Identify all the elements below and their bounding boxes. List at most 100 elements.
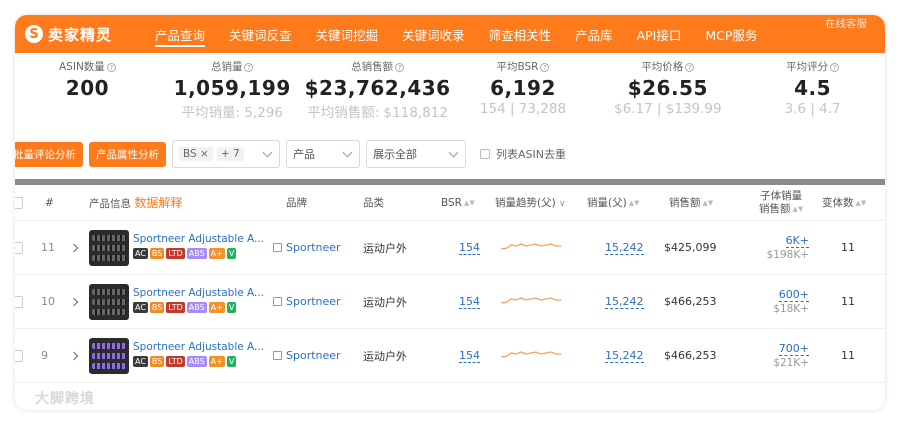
- product-name-link[interactable]: Sportneer Adjustable A...: [133, 233, 264, 245]
- chevron-right-icon[interactable]: [69, 243, 79, 253]
- sparkline-svg: [500, 243, 561, 250]
- online-service-link[interactable]: 在线客服: [821, 16, 871, 33]
- select-all-checkbox[interactable]: [15, 196, 23, 209]
- revenue: $466,253: [664, 295, 717, 308]
- checkbox-label: 列表ASIN去重: [496, 148, 566, 161]
- product-badges: AC BS LTD ABS A+ V: [133, 302, 264, 313]
- header-label: 销量(父): [587, 197, 627, 209]
- checkbox-box[interactable]: [480, 149, 490, 159]
- header-revenue[interactable]: 销售额 ▲▼: [669, 195, 713, 210]
- nav-mcp[interactable]: MCP服务: [693, 15, 769, 53]
- data-explain-link[interactable]: 数据解释: [134, 196, 182, 210]
- badge-ltd: LTD: [166, 302, 185, 313]
- child-revenue: $21K+: [773, 356, 809, 369]
- variant-count: 11: [841, 295, 855, 308]
- sales-link[interactable]: 15,242: [605, 241, 644, 255]
- dedupe-asin-checkbox[interactable]: 列表ASIN去重: [480, 146, 566, 162]
- badge-aplus: A+: [208, 248, 225, 259]
- stat-value: 200: [65, 76, 110, 100]
- bsr-link[interactable]: 154: [459, 349, 480, 363]
- help-icon[interactable]: ?: [540, 63, 550, 72]
- help-icon[interactable]: ?: [244, 63, 254, 72]
- product-attribute-analysis-button[interactable]: 产品属性分析: [89, 141, 166, 167]
- sales-trend-sparkline[interactable]: [500, 293, 561, 310]
- product-name-link[interactable]: Sportneer Adjustable A...: [133, 287, 264, 299]
- nav-product-library[interactable]: 产品库: [563, 15, 625, 53]
- brand-link[interactable]: Sportneer: [286, 295, 341, 308]
- sort-icon: ▲▼: [855, 199, 867, 207]
- summary-stats: ASIN数量? 200 总销量? 1,059,199 平均销量: 5,296 总…: [15, 53, 885, 131]
- sort-icon: ▲▼: [628, 199, 640, 207]
- header-variants[interactable]: 变体数 ▲▼: [822, 195, 866, 210]
- stat-total-revenue: 总销售额? $23,762,436 平均销售额: $118,812: [305, 59, 451, 131]
- row-checkbox[interactable]: [15, 241, 23, 254]
- close-icon[interactable]: ×: [200, 148, 209, 160]
- brand-store-icon: [273, 351, 282, 360]
- nav-api[interactable]: API接口: [625, 15, 694, 53]
- table-header: # 产品信息 数据解释 品牌 品类 BSR ▲▼ 销量趋势(父) ∨ 销量(父) ▲…: [15, 185, 885, 221]
- help-icon[interactable]: ?: [395, 63, 405, 72]
- tag-label: BS: [183, 148, 197, 160]
- brand-store-icon: [273, 297, 282, 306]
- table-row[interactable]: 11 Sportneer Adjustable A... AC BS LTD ABS A…: [15, 221, 885, 275]
- header-bsr[interactable]: BSR ▲▼: [441, 197, 475, 209]
- header-child-sales[interactable]: 子体销量 销售额 ▲▼: [759, 190, 803, 216]
- batch-review-analysis-button[interactable]: 批量评论分析: [15, 141, 83, 167]
- product-thumbnail[interactable]: [89, 284, 129, 320]
- nav-relevance[interactable]: 筛查相关性: [477, 15, 564, 53]
- nav-keyword-mining[interactable]: 关键词挖掘: [304, 15, 391, 53]
- table-row[interactable]: 10 Sportneer Adjustable A... AC BS LTD ABS A…: [15, 275, 885, 329]
- brand-link[interactable]: Sportneer: [286, 349, 341, 362]
- row-index: 9: [41, 349, 48, 362]
- brand-link[interactable]: Sportneer: [286, 241, 341, 254]
- nav-keyword-index[interactable]: 关键词收录: [390, 15, 477, 53]
- revenue: $466,253: [664, 349, 717, 362]
- sales-trend-sparkline[interactable]: [500, 239, 561, 256]
- brand-logo[interactable]: S 卖家精灵: [15, 24, 143, 45]
- header-index: #: [45, 196, 54, 209]
- badge-bs: BS: [149, 356, 165, 367]
- chevron-right-icon[interactable]: [69, 351, 79, 361]
- top-nav: S 卖家精灵 产品查询 关键词反查 关键词挖掘 关键词收录 筛查相关性 产品库 …: [15, 15, 885, 53]
- help-icon[interactable]: ?: [830, 63, 840, 72]
- header-trend[interactable]: 销量趋势(父) ∨: [495, 195, 566, 210]
- badge-v: V: [226, 356, 237, 367]
- sales-trend-sparkline[interactable]: [500, 347, 561, 364]
- stat-avg-rating: 平均评分? 4.5 3.6 | 4.7: [740, 59, 885, 131]
- help-icon[interactable]: ?: [106, 63, 116, 72]
- bsr-link[interactable]: 154: [459, 241, 480, 255]
- chevron-right-icon[interactable]: [69, 297, 79, 307]
- table-row[interactable]: 9 Sportneer Adjustable A... AC BS LTD ABS A+…: [15, 329, 885, 383]
- stat-avg-bsr: 平均BSR? 6,192 154 | 73,288: [451, 59, 596, 131]
- badge-v: V: [226, 248, 237, 259]
- help-icon[interactable]: ?: [685, 63, 695, 72]
- brand-store-icon: [273, 243, 282, 252]
- header-label: 销售额: [759, 202, 791, 215]
- product-thumbnail[interactable]: [89, 338, 129, 374]
- header-sales[interactable]: 销量(父) ▲▼: [587, 195, 639, 210]
- sparkline-svg: [500, 297, 561, 304]
- product-badges: AC BS LTD ABS A+ V: [133, 248, 264, 259]
- bsr-link[interactable]: 154: [459, 295, 480, 309]
- child-sales-link[interactable]: 6K+: [785, 233, 809, 248]
- display-select[interactable]: 展示全部: [366, 140, 466, 168]
- category: 运动户外: [363, 349, 407, 363]
- product-type-select[interactable]: 产品: [286, 140, 360, 168]
- child-sales-link[interactable]: 700+: [778, 341, 809, 356]
- row-checkbox[interactable]: [15, 295, 23, 308]
- row-checkbox[interactable]: [15, 349, 23, 362]
- sparkline-svg: [500, 351, 561, 358]
- sales-link[interactable]: 15,242: [605, 295, 644, 309]
- nav-keyword-reverse[interactable]: 关键词反查: [217, 15, 304, 53]
- product-name-link[interactable]: Sportneer Adjustable A...: [133, 341, 264, 353]
- stat-label: 总销售额: [351, 61, 394, 73]
- header-label: BSR: [441, 196, 462, 209]
- watermark: 大脚跨境: [35, 391, 95, 407]
- child-sales-link[interactable]: 600+: [778, 287, 809, 302]
- header-brand: 品牌: [286, 197, 307, 209]
- badge-ac: AC: [133, 356, 148, 367]
- product-thumbnail[interactable]: [89, 230, 129, 266]
- nav-product-query[interactable]: 产品查询: [143, 15, 217, 53]
- tag-filter-select[interactable]: BS × + 7: [172, 140, 280, 168]
- sales-link[interactable]: 15,242: [605, 349, 644, 363]
